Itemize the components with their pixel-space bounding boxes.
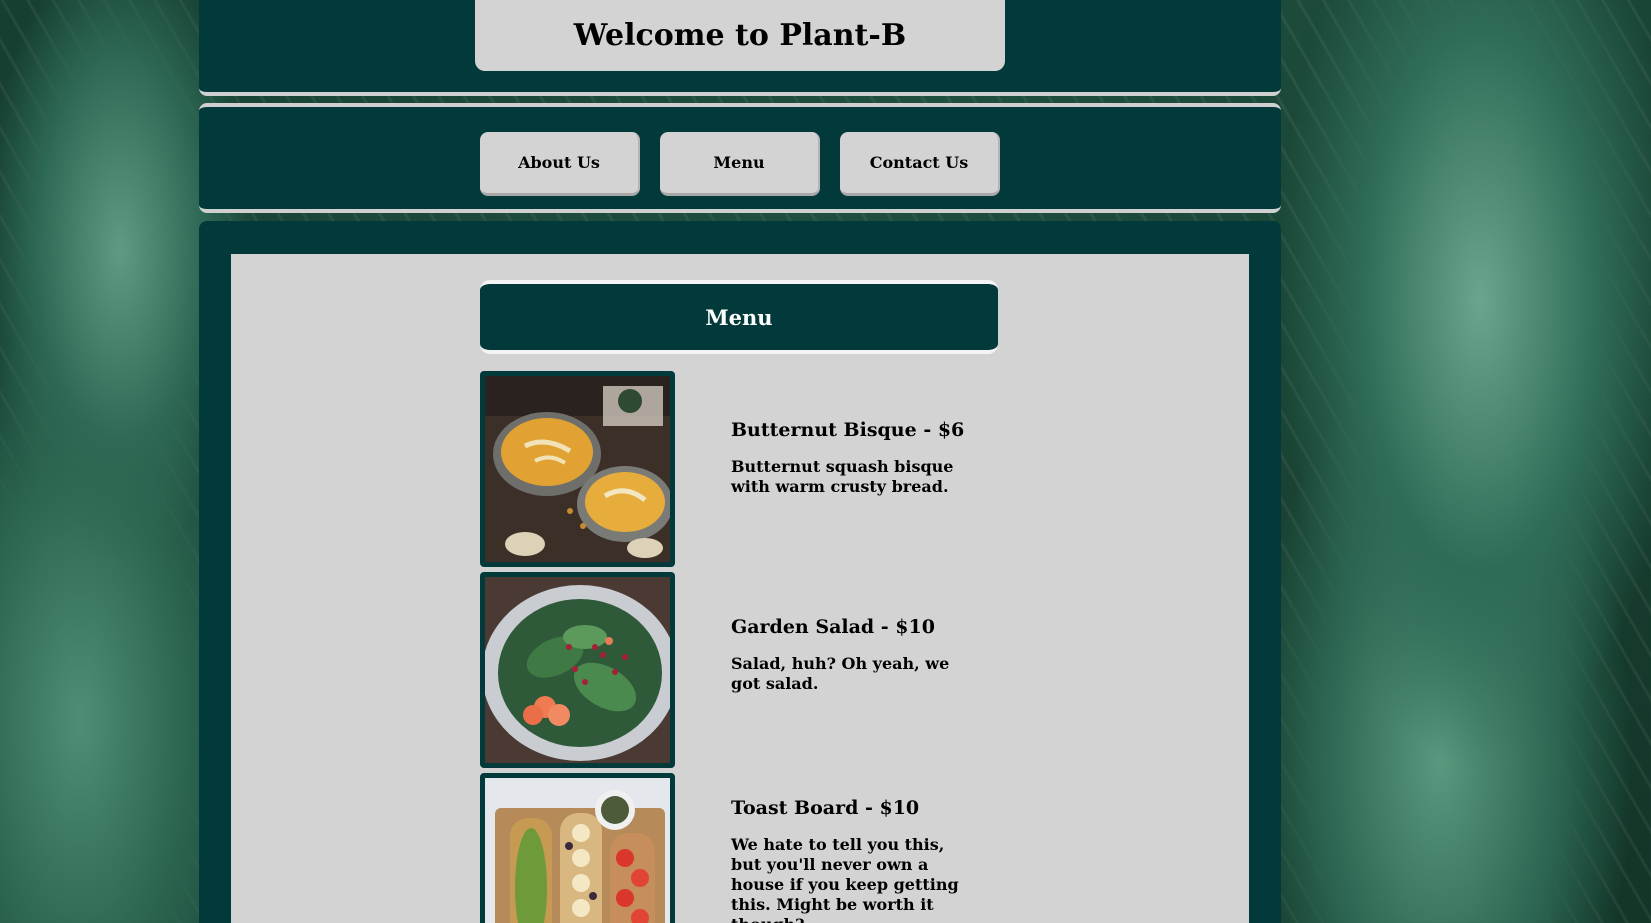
- content-panel: Menu Butternut Bisque - $6 Butternut squ…: [231, 254, 1249, 923]
- salad-plate-image: [480, 572, 675, 768]
- main-frame: Menu Butternut Bisque - $6 Butternut squ…: [199, 221, 1281, 923]
- nav-about-us-button[interactable]: About Us: [480, 132, 640, 196]
- menu-section-header: Menu: [480, 280, 998, 354]
- toast-board-image: [480, 773, 675, 923]
- menu-item-name: Butternut Bisque - $6: [731, 419, 965, 441]
- menu-item-name: Garden Salad - $10: [731, 616, 935, 638]
- menu-item-description: Butternut squash bisque with warm crusty…: [731, 457, 954, 496]
- soup-bowls-image: [480, 371, 675, 567]
- nav-menu-button[interactable]: Menu: [660, 132, 820, 196]
- nav-contact-us-button[interactable]: Contact Us: [840, 132, 1000, 196]
- site-header: Welcome to Plant-B: [199, 0, 1281, 96]
- nav-bar: About Us Menu Contact Us: [199, 103, 1281, 213]
- menu-item-name: Toast Board - $10: [731, 797, 920, 819]
- menu-item-description: Salad, huh? Oh yeah, we got salad.: [731, 654, 950, 693]
- menu-item-description: We hate to tell you this, but you'll nev…: [731, 835, 959, 923]
- site-title: Welcome to Plant-B: [573, 18, 907, 53]
- menu-heading: Menu: [705, 304, 773, 330]
- title-box: Welcome to Plant-B: [475, 0, 1005, 71]
